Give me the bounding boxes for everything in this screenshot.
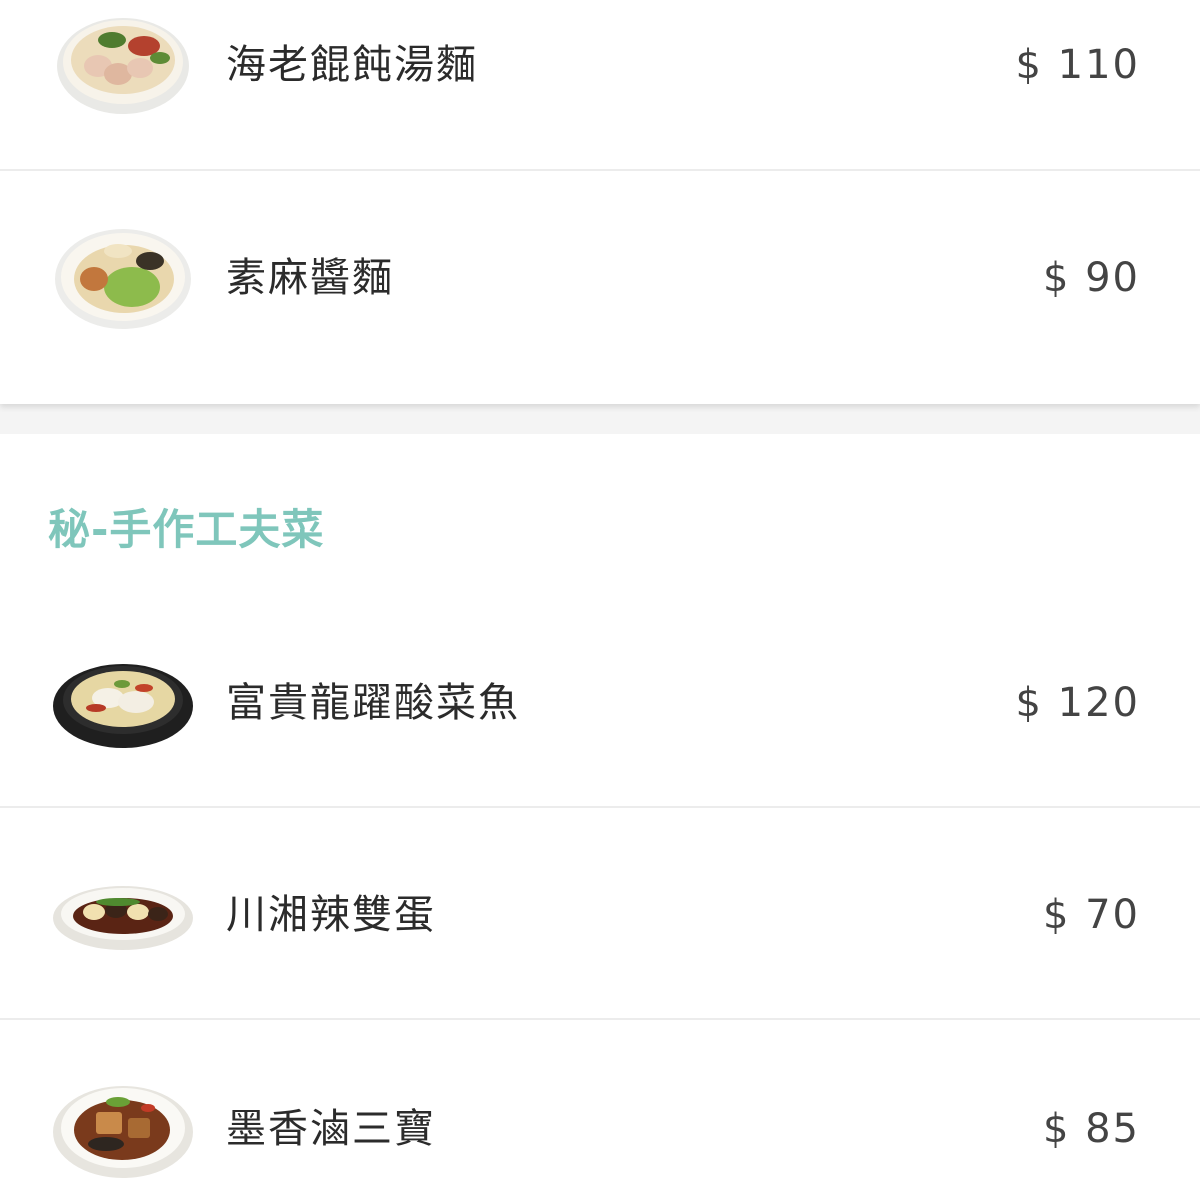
menu-page: 海老餛飩湯麵 $ 110 素麻醬麵 $ 90 秘-手作工夫菜 富貴龍躍酸菜魚 $…: [0, 0, 1200, 1200]
dish-price: $ 90: [1042, 255, 1140, 301]
dish-price: $ 85: [1042, 1106, 1140, 1152]
wonton-noodle-soup-image: [57, 18, 189, 114]
dish-name: 川湘辣雙蛋: [226, 892, 436, 938]
section-title: 秘-手作工夫菜: [48, 505, 325, 554]
dish-name: 素麻醬麵: [226, 255, 394, 301]
menu-item-pickled-fish[interactable]: 富貴龍躍酸菜魚 $ 120: [0, 598, 1200, 808]
spicy-eggs-image: [53, 886, 193, 950]
sesame-noodle-image: [55, 229, 191, 329]
braised-three-image: [53, 1086, 193, 1178]
menu-item-wonton-noodle[interactable]: 海老餛飩湯麵 $ 110: [0, 0, 1200, 168]
dish-price: $ 70: [1042, 892, 1140, 938]
dish-name: 墨香滷三寶: [226, 1106, 436, 1152]
menu-item-spicy-eggs[interactable]: 川湘辣雙蛋 $ 70: [0, 808, 1200, 1018]
dish-name: 富貴龍躍酸菜魚: [226, 680, 520, 726]
menu-item-braised-three[interactable]: 墨香滷三寶 $ 85: [0, 1020, 1200, 1200]
dish-price: $ 120: [1015, 680, 1140, 726]
pickled-fish-image: [53, 664, 193, 748]
menu-item-sesame-noodle[interactable]: 素麻醬麵 $ 90: [0, 171, 1200, 381]
dish-name: 海老餛飩湯麵: [226, 42, 478, 88]
noodle-section-card: 海老餛飩湯麵 $ 110 素麻醬麵 $ 90: [0, 0, 1200, 404]
dish-price: $ 110: [1015, 42, 1140, 88]
